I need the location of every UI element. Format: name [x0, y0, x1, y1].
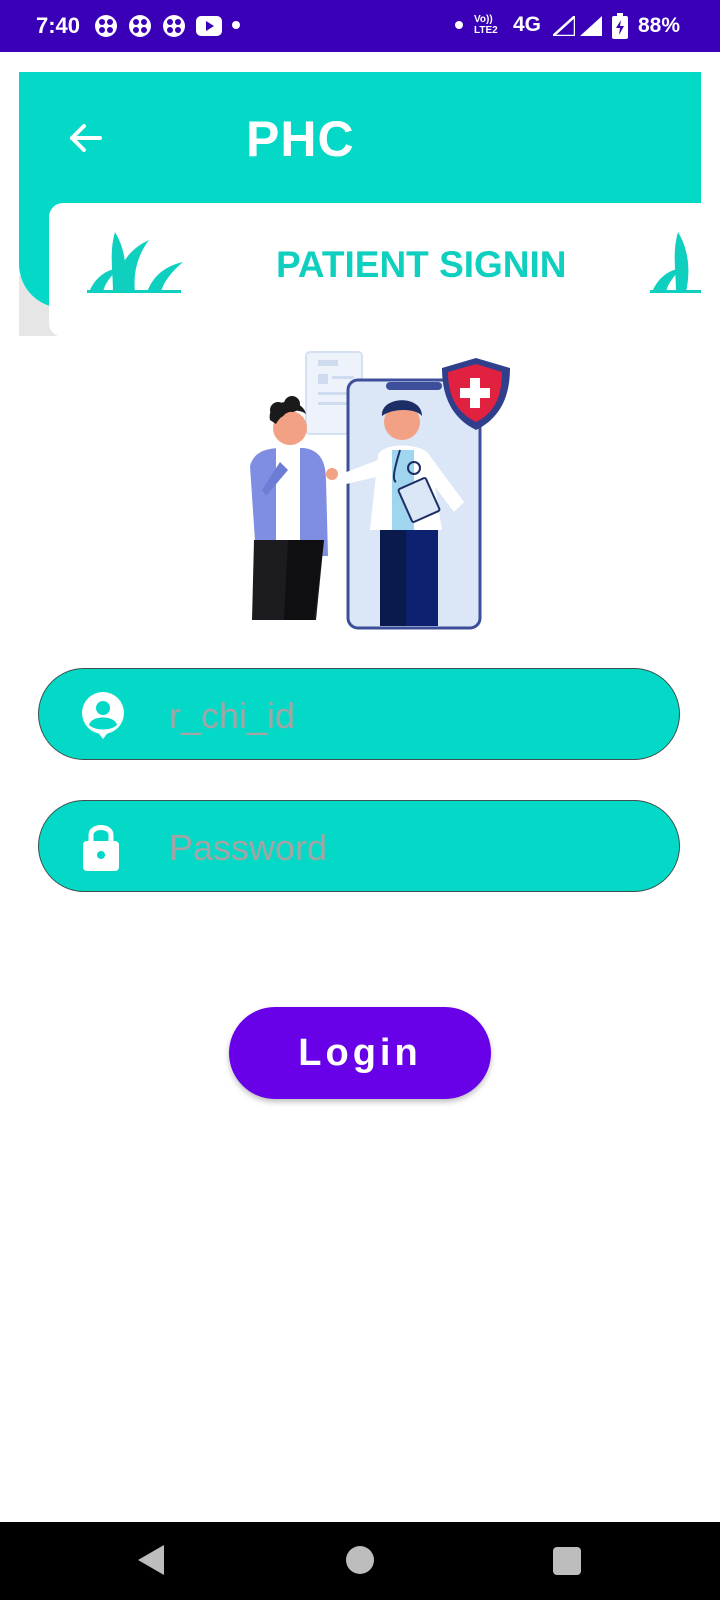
chi-id-field[interactable]	[38, 668, 680, 760]
triangle-back-icon[interactable]	[136, 1543, 166, 1577]
password-input[interactable]	[167, 819, 641, 877]
signin-title: PATIENT SIGNIN	[276, 244, 567, 285]
signal-icon	[553, 16, 575, 36]
login-button[interactable]: Login	[229, 1007, 491, 1099]
dot-icon	[455, 21, 463, 29]
fan-icon	[129, 15, 151, 37]
password-field[interactable]	[38, 800, 680, 892]
lock-icon	[83, 825, 119, 871]
network-type: 4G	[513, 13, 542, 36]
fan-icon	[163, 15, 185, 37]
battery-icon	[612, 13, 628, 39]
fan-icon	[95, 15, 117, 37]
chi-id-input[interactable]	[167, 687, 641, 745]
volte-label: Vo)) LTE2	[474, 14, 498, 36]
youtube-icon	[196, 16, 222, 36]
account-circle-icon	[82, 692, 124, 739]
dot-icon	[232, 21, 240, 29]
arrow-left-icon[interactable]	[66, 118, 106, 158]
app-title: PHC	[246, 111, 355, 167]
square-recents-icon[interactable]	[553, 1547, 581, 1575]
doctor-patient-illustration	[250, 351, 510, 630]
status-bar: 7:40 Vo)) LTE2 4G 88%	[0, 0, 720, 52]
leaf-logo-icon	[87, 232, 183, 293]
clock: 7:40	[36, 13, 81, 38]
battery-percent: 88%	[638, 14, 681, 37]
leaf-logo-icon	[650, 232, 701, 293]
signal-icon	[580, 16, 602, 36]
circle-home-icon[interactable]	[346, 1546, 374, 1574]
